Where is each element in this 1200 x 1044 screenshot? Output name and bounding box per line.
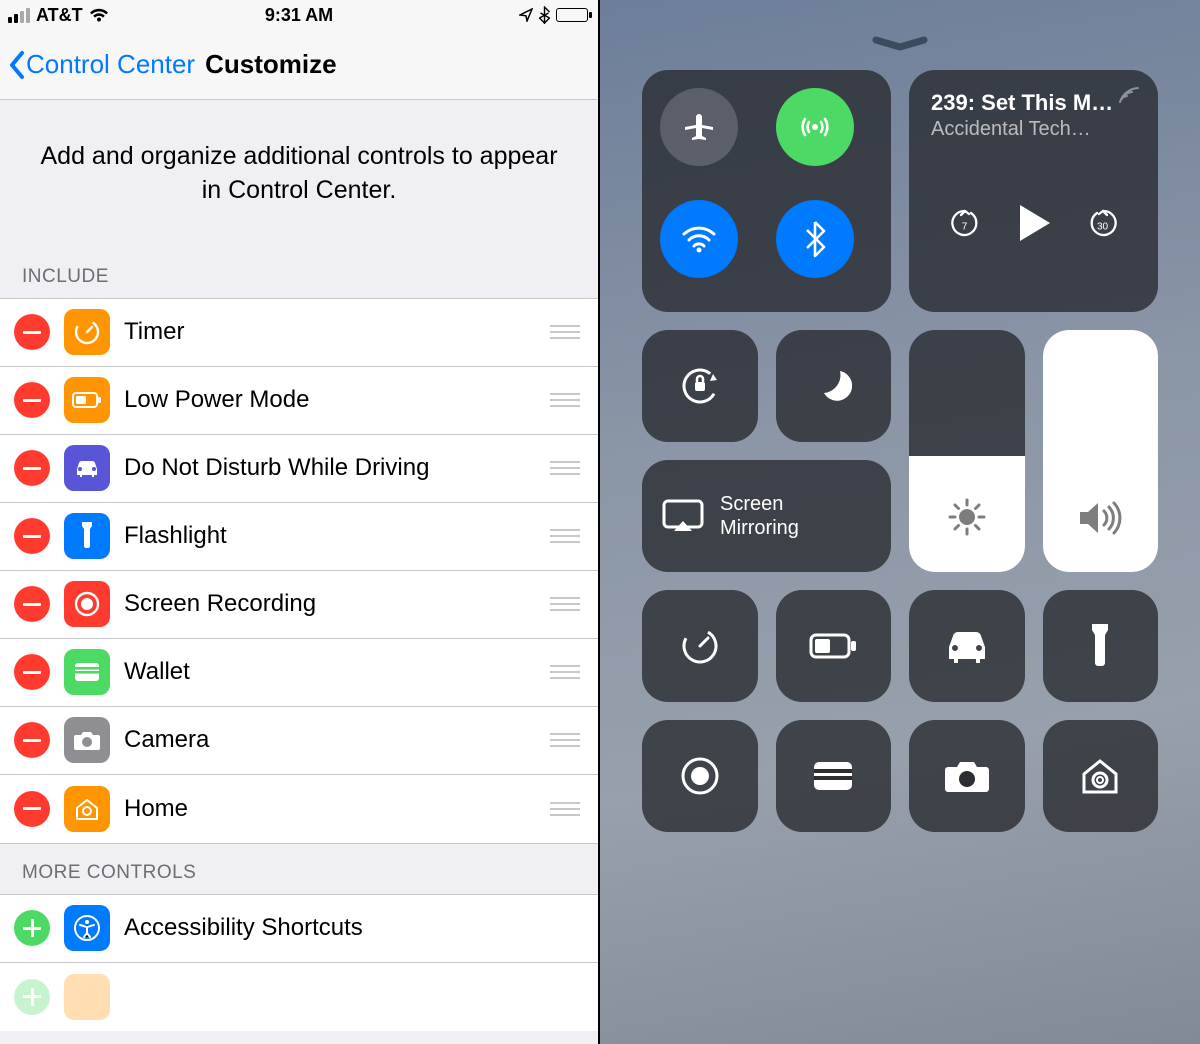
drag-handle-icon[interactable]: [550, 665, 584, 679]
brightness-slider[interactable]: [909, 330, 1025, 572]
volume-slider[interactable]: [1043, 330, 1159, 572]
list-item[interactable]: Screen Recording: [0, 571, 598, 639]
wallet-icon: [64, 649, 110, 695]
carrier-label: AT&T: [36, 5, 83, 26]
bluetooth-icon: [539, 6, 550, 24]
media-title: 239: Set This M…: [931, 90, 1136, 116]
wifi-icon: [89, 8, 109, 23]
drag-handle-icon[interactable]: [550, 393, 584, 407]
orientation-lock-toggle[interactable]: [642, 330, 758, 442]
dismiss-handle-icon[interactable]: [870, 36, 930, 57]
back-label[interactable]: Control Center: [26, 49, 195, 80]
battery-icon: [556, 8, 588, 22]
skip-back-button[interactable]: 7: [947, 205, 983, 246]
skip-forward-button[interactable]: 30: [1085, 205, 1121, 246]
row-label: Home: [124, 795, 536, 823]
add-button[interactable]: [14, 979, 50, 1015]
airplane-mode-toggle[interactable]: [660, 88, 738, 166]
drag-handle-icon[interactable]: [550, 529, 584, 543]
row-label: Camera: [124, 726, 536, 754]
wifi-toggle[interactable]: [660, 200, 738, 278]
row-label: Wallet: [124, 658, 536, 686]
airplay-icon: [1116, 84, 1142, 111]
status-time: 9:31 AM: [265, 5, 333, 26]
wallet-button[interactable]: [776, 720, 892, 832]
settings-screen: AT&T 9:31 AM Control Center Customize Ad…: [0, 0, 600, 1044]
volume-icon: [1076, 499, 1124, 542]
screen-mirroring-button[interactable]: Screen Mirroring: [642, 460, 891, 572]
list-item[interactable]: Home: [0, 775, 598, 843]
more-list: Accessibility Shortcuts: [0, 894, 598, 1031]
car-icon: [64, 445, 110, 491]
drag-handle-icon[interactable]: [550, 461, 584, 475]
page-title: Customize: [205, 49, 336, 80]
row-label: Accessibility Shortcuts: [124, 914, 584, 942]
drag-handle-icon[interactable]: [550, 802, 584, 816]
home-button[interactable]: [1043, 720, 1159, 832]
remove-button[interactable]: [14, 654, 50, 690]
list-item[interactable]: Camera: [0, 707, 598, 775]
do-not-disturb-toggle[interactable]: [776, 330, 892, 442]
play-button[interactable]: [1014, 201, 1054, 250]
flashlight-icon: [64, 513, 110, 559]
skip-back-label: 7: [962, 221, 968, 232]
partial-icon: [64, 974, 110, 1020]
list-item[interactable]: Do Not Disturb While Driving: [0, 435, 598, 503]
row-label: Screen Recording: [124, 590, 536, 618]
list-item[interactable]: Wallet: [0, 639, 598, 707]
skip-fwd-label: 30: [1097, 221, 1108, 232]
drag-handle-icon[interactable]: [550, 325, 584, 339]
dnd-driving-button[interactable]: [909, 590, 1025, 702]
cellular-data-toggle[interactable]: [776, 88, 854, 166]
section-header-include: INCLUDE: [0, 248, 598, 298]
help-text: Add and organize additional controls to …: [0, 100, 598, 248]
list-item[interactable]: Accessibility Shortcuts: [0, 895, 598, 963]
now-playing-tile[interactable]: 239: Set This M… Accidental Tech… 7 30: [909, 70, 1158, 312]
remove-button[interactable]: [14, 382, 50, 418]
home-icon: [64, 786, 110, 832]
back-button[interactable]: [8, 50, 26, 80]
include-list: Timer Low Power Mode Do Not Disturb Whil…: [0, 298, 598, 844]
remove-button[interactable]: [14, 314, 50, 350]
row-label: Do Not Disturb While Driving: [124, 454, 536, 482]
status-bar: AT&T 9:31 AM: [0, 0, 598, 30]
list-item[interactable]: [0, 963, 598, 1031]
remove-button[interactable]: [14, 450, 50, 486]
low-power-mode-button[interactable]: [776, 590, 892, 702]
accessibility-icon: [64, 905, 110, 951]
remove-button[interactable]: [14, 586, 50, 622]
bluetooth-toggle[interactable]: [776, 200, 854, 278]
list-item[interactable]: Flashlight: [0, 503, 598, 571]
flashlight-button[interactable]: [1043, 590, 1159, 702]
airplay-icon: [660, 497, 706, 535]
camera-button[interactable]: [909, 720, 1025, 832]
section-header-more: MORE CONTROLS: [0, 844, 598, 894]
screen-recording-icon: [64, 581, 110, 627]
timer-icon: [64, 309, 110, 355]
row-label: Timer: [124, 318, 536, 346]
location-icon: [519, 8, 533, 22]
remove-button[interactable]: [14, 518, 50, 554]
screen-recording-button[interactable]: [642, 720, 758, 832]
cell-signal-icon: [8, 8, 30, 23]
screen-mirroring-label: Screen Mirroring: [720, 492, 799, 540]
remove-button[interactable]: [14, 722, 50, 758]
media-subtitle: Accidental Tech…: [931, 118, 1136, 141]
control-center-screen: 239: Set This M… Accidental Tech… 7 30: [600, 0, 1200, 1044]
row-label: Low Power Mode: [124, 386, 536, 414]
list-item[interactable]: Low Power Mode: [0, 367, 598, 435]
brightness-icon: [947, 497, 987, 542]
timer-button[interactable]: [642, 590, 758, 702]
low-power-mode-icon: [64, 377, 110, 423]
list-item[interactable]: Timer: [0, 299, 598, 367]
add-button[interactable]: [14, 910, 50, 946]
navigation-bar: Control Center Customize: [0, 30, 598, 100]
connectivity-tile[interactable]: [642, 70, 891, 312]
drag-handle-icon[interactable]: [550, 733, 584, 747]
row-label: Flashlight: [124, 522, 536, 550]
camera-icon: [64, 717, 110, 763]
remove-button[interactable]: [14, 791, 50, 827]
drag-handle-icon[interactable]: [550, 597, 584, 611]
